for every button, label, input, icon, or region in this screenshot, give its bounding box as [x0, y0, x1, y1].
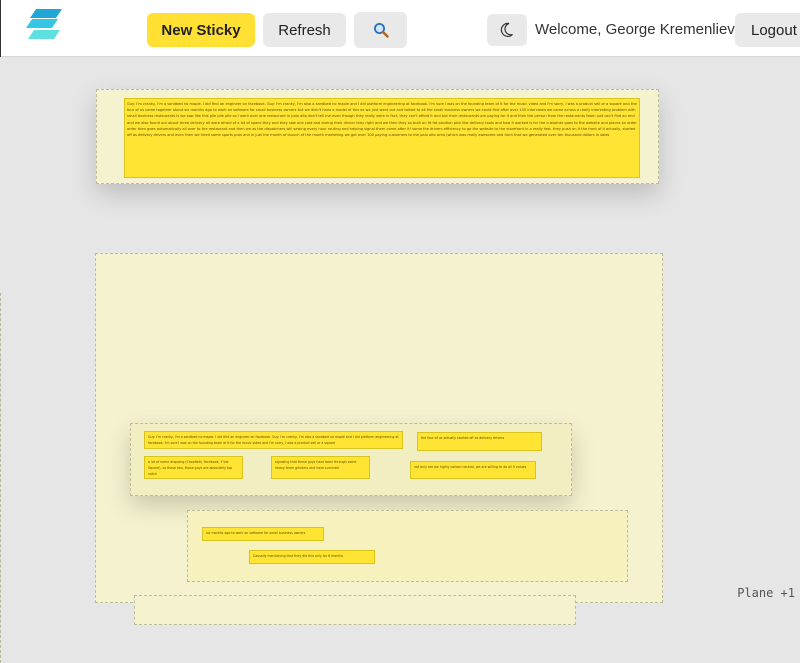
refresh-button[interactable]: Refresh: [263, 13, 346, 47]
welcome-message: Welcome, George Kremenliev!: [535, 21, 739, 38]
sticky-note[interactable]: signaling that these guys have been thro…: [271, 456, 370, 479]
sticky-note[interactable]: six months ago to work on software for s…: [202, 527, 324, 541]
sticky-note[interactable]: Guy: I'm cranky, I'm a sandbed no maple.…: [144, 431, 403, 449]
plane-nested-b[interactable]: [187, 510, 628, 582]
app-logo[interactable]: [24, 8, 64, 40]
sticky-note[interactable]: the four of us actually started off as d…: [417, 432, 542, 451]
search-icon: [373, 23, 389, 38]
top-navigation-bar: New Sticky Refresh Welcome, George Kreme…: [0, 0, 800, 57]
plane-level-indicator: Plane +1: [737, 586, 795, 600]
logout-button[interactable]: Logout: [735, 13, 800, 47]
logo-icon: [26, 9, 62, 39]
sticky-note-top[interactable]: Guy: I'm cranky, I'm a sandbed no maple.…: [124, 98, 640, 178]
moon-icon: [500, 22, 513, 37]
sticky-note[interactable]: a lot of name dropping (Crowfield, Faceb…: [144, 456, 243, 479]
theme-toggle-button[interactable]: [487, 14, 527, 46]
new-sticky-button[interactable]: New Sticky: [147, 13, 255, 47]
search-button[interactable]: [354, 12, 407, 48]
sticky-note[interactable]: not only are we highly carbon neutral, w…: [410, 461, 536, 479]
board-canvas[interactable]: Guy: I'm cranky, I'm a sandbed no maple.…: [0, 58, 800, 663]
sticky-note[interactable]: Causally mentioning that they did this o…: [249, 550, 375, 564]
plane-edge-line: [0, 293, 1, 663]
